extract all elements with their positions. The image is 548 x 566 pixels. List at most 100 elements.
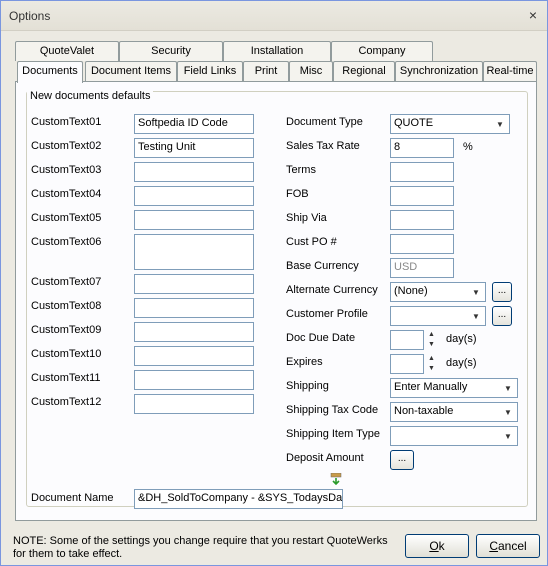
customer-profile-dropdown[interactable]: ▼ — [390, 306, 486, 326]
tab-installation[interactable]: Installation — [223, 41, 331, 61]
tab-print[interactable]: Print — [243, 61, 289, 81]
chevron-down-icon[interactable]: ▼ — [470, 287, 482, 298]
cancel-button[interactable]: Cancel — [476, 534, 540, 558]
deposit-amount-button[interactable]: ... — [390, 450, 414, 470]
tab-regional[interactable]: Regional — [333, 61, 395, 81]
shipping-item-type-dropdown[interactable]: ▼ — [390, 426, 518, 446]
label-sales-tax-rate: Sales Tax Rate — [286, 140, 360, 152]
sales-tax-rate-field[interactable]: 8 — [390, 138, 454, 158]
tab-field-links[interactable]: Field Links — [177, 61, 243, 81]
document-type-dropdown[interactable]: QUOTE ▼ — [390, 114, 510, 134]
ok-button-mnemonic: O — [429, 539, 439, 553]
tab-company[interactable]: Company — [331, 41, 433, 61]
base-currency-field: USD — [390, 258, 454, 278]
chevron-down-icon[interactable]: ▼ — [470, 311, 482, 322]
spin-up-icon[interactable]: ▲ — [425, 354, 438, 364]
shipping-tax-code-dropdown[interactable]: Non-taxable ▼ — [390, 402, 518, 422]
cust-po-field[interactable] — [390, 234, 454, 254]
shipping-value: Enter Manually — [394, 381, 468, 393]
label-customtext11: CustomText11 — [31, 372, 101, 384]
tab-documents[interactable]: Documents — [17, 61, 83, 83]
shipping-dropdown[interactable]: Enter Manually ▼ — [390, 378, 518, 398]
expires-days-label: day(s) — [446, 357, 477, 369]
cancel-button-label: ancel — [497, 539, 527, 553]
label-document-name: Document Name — [31, 492, 114, 504]
doc-due-date-field[interactable] — [390, 330, 424, 350]
alternate-currency-browse-button[interactable]: ... — [492, 282, 512, 302]
customer-profile-browse-button[interactable]: ... — [492, 306, 512, 326]
customtext11-field[interactable] — [134, 370, 254, 390]
tab-misc[interactable]: Misc — [289, 61, 333, 81]
tab-quotevalet[interactable]: QuoteValet — [15, 41, 119, 61]
restart-note: NOTE: Some of the settings you change re… — [13, 535, 388, 560]
label-alternate-currency: Alternate Currency — [286, 284, 378, 296]
fob-field[interactable] — [390, 186, 454, 206]
label-customtext02: CustomText02 — [31, 140, 102, 152]
label-customtext12: CustomText12 — [31, 396, 102, 408]
expires-spinner[interactable]: ▲ ▼ — [425, 354, 438, 374]
close-icon[interactable]: × — [529, 7, 537, 23]
label-shipping-item-type: Shipping Item Type — [286, 428, 380, 440]
cancel-button-mnemonic: C — [489, 539, 498, 553]
label-customtext05: CustomText05 — [31, 212, 102, 224]
customtext02-field[interactable]: Testing Unit — [134, 138, 254, 158]
label-cust-po: Cust PO # — [286, 236, 337, 248]
label-customer-profile: Customer Profile — [286, 308, 368, 320]
customtext12-field[interactable] — [134, 394, 254, 414]
customtext01-field[interactable]: Softpedia ID Code — [134, 114, 254, 134]
options-window: Options × QuoteValet Security Installati… — [0, 0, 548, 566]
customtext04-field[interactable] — [134, 186, 254, 206]
document-type-value: QUOTE — [394, 117, 434, 129]
spin-down-icon[interactable]: ▼ — [425, 340, 438, 350]
customtext09-field[interactable] — [134, 322, 254, 342]
tab-document-items[interactable]: Document Items — [85, 61, 177, 81]
label-customtext01: CustomText01 — [31, 116, 102, 128]
label-deposit-amount: Deposit Amount — [286, 452, 364, 464]
shipping-tax-code-value: Non-taxable — [394, 405, 454, 417]
tab-real-time[interactable]: Real-time — [483, 61, 537, 81]
label-ship-via: Ship Via — [286, 212, 327, 224]
label-customtext04: CustomText04 — [31, 188, 102, 200]
customtext05-field[interactable] — [134, 210, 254, 230]
insert-field-icon[interactable] — [330, 473, 342, 485]
doc-due-days-label: day(s) — [446, 333, 477, 345]
chevron-down-icon[interactable]: ▼ — [494, 119, 506, 130]
label-terms: Terms — [286, 164, 316, 176]
spin-down-icon[interactable]: ▼ — [425, 364, 438, 374]
spin-up-icon[interactable]: ▲ — [425, 330, 438, 340]
label-customtext10: CustomText10 — [31, 348, 102, 360]
customtext06-field[interactable] — [134, 234, 254, 270]
ok-button-label: k — [438, 539, 445, 553]
customtext10-field[interactable] — [134, 346, 254, 366]
chevron-down-icon[interactable]: ▼ — [502, 407, 514, 418]
label-doc-due-date: Doc Due Date — [286, 332, 356, 344]
customtext07-field[interactable] — [134, 274, 254, 294]
tab-synchronization[interactable]: Synchronization — [395, 61, 483, 81]
label-shipping-tax-code: Shipping Tax Code — [286, 404, 379, 416]
ship-via-field[interactable] — [390, 210, 454, 230]
label-base-currency: Base Currency — [286, 260, 359, 272]
group-title: New documents defaults — [27, 90, 154, 102]
label-customtext08: CustomText08 — [31, 300, 102, 312]
doc-due-date-spinner[interactable]: ▲ ▼ — [425, 330, 438, 350]
label-expires: Expires — [286, 356, 323, 368]
terms-field[interactable] — [390, 162, 454, 182]
ok-button[interactable]: Ok — [405, 534, 469, 558]
alternate-currency-value: (None) — [394, 285, 428, 297]
label-customtext07: CustomText07 — [31, 276, 102, 288]
label-customtext06: CustomText06 — [31, 236, 102, 248]
chevron-down-icon[interactable]: ▼ — [502, 431, 514, 442]
title-bar: Options × — [1, 1, 547, 31]
customtext08-field[interactable] — [134, 298, 254, 318]
label-customtext03: CustomText03 — [31, 164, 102, 176]
label-shipping: Shipping — [286, 380, 329, 392]
alternate-currency-dropdown[interactable]: (None) ▼ — [390, 282, 486, 302]
label-fob: FOB — [286, 188, 309, 200]
chevron-down-icon[interactable]: ▼ — [502, 383, 514, 394]
label-customtext09: CustomText09 — [31, 324, 102, 336]
expires-field[interactable] — [390, 354, 424, 374]
document-name-field[interactable]: &DH_SoldToCompany - &SYS_TodaysDate — [134, 489, 343, 509]
percent-sign: % — [463, 141, 473, 153]
tab-security[interactable]: Security — [119, 41, 223, 61]
customtext03-field[interactable] — [134, 162, 254, 182]
